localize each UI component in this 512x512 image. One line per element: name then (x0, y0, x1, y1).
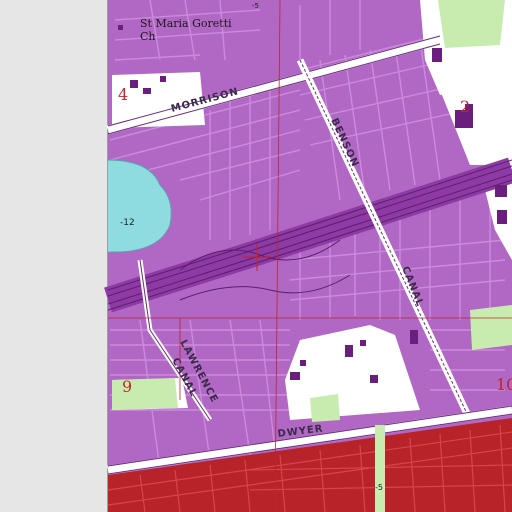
church-label: St Maria Goretti (140, 17, 232, 30)
contour-label-bottom: -5 (375, 483, 383, 492)
topographic-map: St Maria Goretti Ch MORRISON BENSON CANA… (0, 0, 512, 512)
map-collar (0, 0, 108, 512)
contour-label-top: -5 (252, 2, 259, 10)
section-number-2: 2 (460, 97, 470, 116)
church-label-2: Ch (140, 30, 156, 43)
contour-label-lake: -12 (120, 218, 135, 228)
section-number-4: 4 (118, 85, 128, 104)
section-number-9: 9 (122, 377, 132, 396)
section-number-10: 10 (496, 375, 512, 394)
